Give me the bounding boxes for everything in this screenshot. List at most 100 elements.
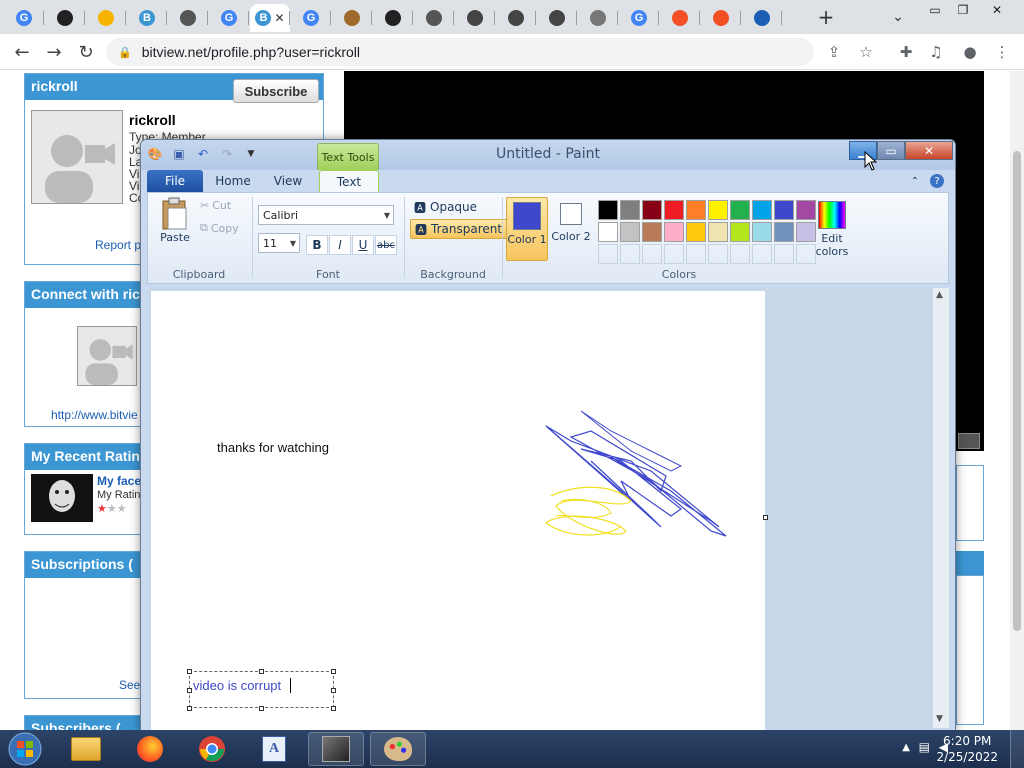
forward-icon[interactable]: → — [38, 36, 70, 68]
browser-tab[interactable]: B — [127, 4, 167, 32]
palette-swatch[interactable] — [664, 200, 684, 220]
taskbar-clock[interactable]: 6:20 PM 2/25/2022 — [936, 733, 998, 765]
undo-icon[interactable]: ↶ — [195, 146, 211, 162]
help-icon[interactable]: ? — [929, 170, 945, 192]
canvas-vertical-scrollbar[interactable]: ▲ ▼ — [933, 288, 949, 728]
palette-swatch[interactable] — [642, 200, 662, 220]
browser-tab[interactable] — [578, 4, 618, 32]
palette-swatch[interactable] — [730, 222, 750, 242]
reload-icon[interactable]: ↻ — [70, 36, 102, 68]
window-minimize-icon[interactable]: ▭ — [920, 0, 950, 20]
save-icon[interactable]: ▣ — [171, 146, 187, 162]
palette-swatch[interactable] — [598, 200, 618, 220]
scroll-up-icon[interactable]: ▲ — [936, 290, 943, 300]
paint-maximize-button[interactable]: ▭ — [877, 141, 905, 160]
palette-swatch-empty[interactable] — [686, 244, 706, 264]
edit-colors-button[interactable]: Edit colors — [812, 197, 852, 261]
strikethrough-button[interactable]: abc — [375, 235, 397, 255]
browser-tab[interactable] — [86, 4, 126, 32]
window-restore-icon[interactable]: ❐ — [948, 0, 978, 20]
font-size-select[interactable]: 11 ▼ — [258, 233, 300, 253]
copy-button[interactable]: ⧉ Copy — [200, 221, 239, 235]
share-icon[interactable]: ⇪ — [820, 38, 848, 66]
collapse-ribbon-icon[interactable]: ⌃ — [907, 170, 923, 192]
browser-tab[interactable] — [496, 4, 536, 32]
palette-swatch-empty[interactable] — [620, 244, 640, 264]
opaque-option[interactable]: 🅰 Opaque — [410, 197, 481, 217]
window-close-icon[interactable]: ✕ — [982, 0, 1012, 20]
start-button[interactable] — [4, 732, 46, 766]
customize-qat-icon[interactable]: ▼ — [243, 146, 259, 162]
see-all-link[interactable]: See — [119, 678, 140, 692]
tab-home[interactable]: Home — [207, 170, 259, 192]
profile-avatar[interactable] — [31, 110, 123, 204]
palette-swatch[interactable] — [752, 200, 772, 220]
underline-button[interactable]: U — [352, 235, 374, 255]
palette-swatch-empty[interactable] — [664, 244, 684, 264]
page-scrollbar[interactable] — [1010, 71, 1024, 730]
browser-tab[interactable] — [455, 4, 495, 32]
profile-avatar-icon[interactable]: ● — [956, 38, 984, 66]
browser-tab[interactable]: B ✕ — [250, 4, 290, 32]
palette-swatch-empty[interactable] — [642, 244, 662, 264]
rating-thumbnail[interactable] — [31, 474, 93, 522]
tray-network-icon[interactable]: ▤ — [919, 740, 930, 754]
browser-tab[interactable]: G — [209, 4, 249, 32]
scroll-down-icon[interactable]: ▼ — [936, 714, 943, 724]
media-control-icon[interactable]: ♫ — [922, 38, 950, 66]
tray-up-arrow-icon[interactable]: ▲ — [902, 742, 910, 753]
italic-button[interactable]: I — [329, 235, 351, 255]
browser-tab[interactable] — [373, 4, 413, 32]
palette-swatch[interactable] — [774, 222, 794, 242]
palette-swatch[interactable] — [620, 222, 640, 242]
video-fullscreen-icon[interactable] — [958, 433, 980, 449]
browser-tab[interactable] — [45, 4, 85, 32]
browser-tab[interactable] — [742, 4, 782, 32]
taskbar-wordpad[interactable]: A — [246, 732, 302, 766]
palette-swatch-empty[interactable] — [774, 244, 794, 264]
palette-swatch[interactable] — [774, 200, 794, 220]
report-link[interactable]: Report p — [95, 238, 141, 252]
browser-tab[interactable]: G — [291, 4, 331, 32]
browser-tab[interactable] — [168, 4, 208, 32]
palette-swatch-empty[interactable] — [598, 244, 618, 264]
taskbar-firefox[interactable] — [122, 732, 178, 766]
connect-avatar[interactable] — [77, 326, 137, 386]
color2-button[interactable]: Color 2 — [550, 197, 592, 261]
taskbar-app[interactable] — [308, 732, 364, 766]
browser-tab[interactable] — [537, 4, 577, 32]
address-bar[interactable]: 🔒 bitview.net/profile.php?user=rickroll — [106, 38, 814, 66]
color1-button[interactable]: Color 1 — [506, 197, 548, 261]
palette-swatch[interactable] — [664, 222, 684, 242]
palette-swatch[interactable] — [686, 222, 706, 242]
tab-search-icon[interactable]: ⌄ — [886, 6, 910, 28]
browser-tab[interactable]: G — [4, 4, 44, 32]
taskbar-explorer[interactable] — [58, 732, 114, 766]
palette-swatch[interactable] — [752, 222, 772, 242]
tab-view[interactable]: View — [263, 170, 313, 192]
font-family-select[interactable]: Calibri ▼ — [258, 205, 394, 225]
palette-swatch[interactable] — [730, 200, 750, 220]
taskbar-chrome[interactable] — [184, 732, 240, 766]
tab-text[interactable]: Text — [319, 170, 379, 192]
palette-swatch-empty[interactable] — [708, 244, 728, 264]
bold-button[interactable]: B — [306, 235, 328, 255]
palette-swatch[interactable] — [708, 222, 728, 242]
browser-tab[interactable] — [660, 4, 700, 32]
palette-swatch[interactable] — [686, 200, 706, 220]
taskbar-paint[interactable] — [370, 732, 426, 766]
browser-tab[interactable] — [332, 4, 372, 32]
extensions-icon[interactable]: ✚ — [892, 38, 920, 66]
browser-tab[interactable]: G — [619, 4, 659, 32]
bookmark-star-icon[interactable]: ☆ — [852, 38, 880, 66]
browser-tab[interactable] — [701, 4, 741, 32]
cut-button[interactable]: ✂ Cut — [200, 199, 231, 212]
paint-canvas[interactable]: thanks for watching video is corrupt — [151, 291, 765, 730]
palette-swatch[interactable] — [642, 222, 662, 242]
palette-swatch-empty[interactable] — [730, 244, 750, 264]
paint-close-button[interactable]: ✕ — [905, 141, 953, 160]
redo-icon[interactable]: ↷ — [219, 146, 235, 162]
subscribe-button[interactable]: Subscribe — [233, 79, 319, 103]
connect-link[interactable]: http://www.bitvie — [51, 408, 138, 422]
new-tab-button[interactable]: + — [812, 3, 840, 31]
